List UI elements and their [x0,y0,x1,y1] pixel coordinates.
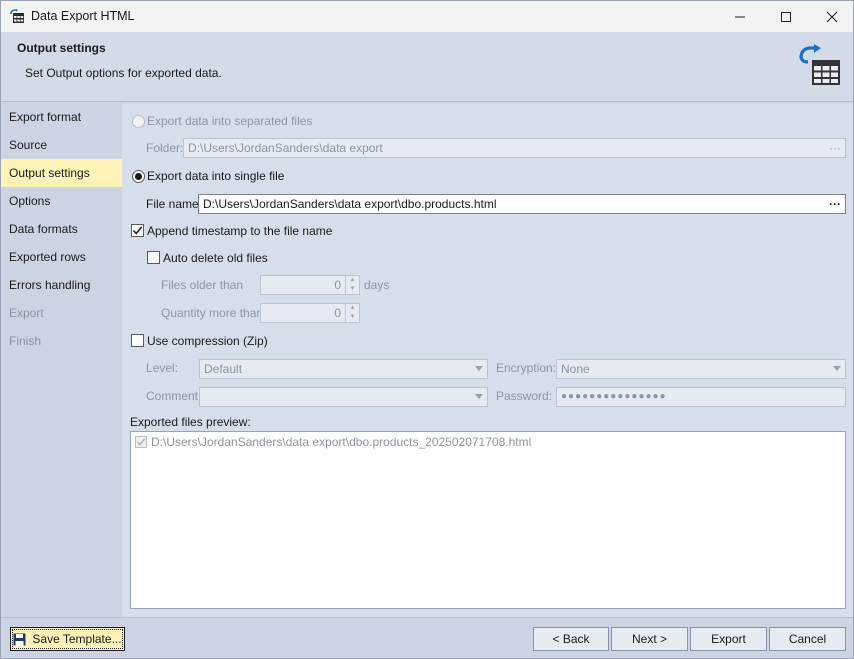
encryption-chevron-down-icon [833,366,841,371]
sidebar-item-export: Export [9,306,44,320]
folder-browse-button[interactable]: ··· [829,139,841,157]
password-value: ●●●●●●●●●●●●●●● [561,391,667,402]
files-older-label: Files older than [161,278,244,292]
file-name-label: File name: [146,197,203,211]
next-button[interactable]: Next > [611,627,688,651]
quantity-spinner[interactable]: 0 ▲ ▼ [260,303,360,323]
page-title: Output settings [17,41,106,55]
maximize-button[interactable] [763,1,809,32]
footer-bar: Save Template... < Back Next > Export Ca… [1,617,853,658]
sidebar-item-finish: Finish [9,334,42,348]
password-label: Password: [496,389,553,403]
encryption-value: None [561,362,590,376]
exported-files-preview[interactable]: D:\Users\JordanSanders\data export\dbo.p… [130,431,846,609]
auto-delete-label: Auto delete old files [163,251,268,265]
checkmark-icon [132,226,143,235]
quantity-spin-arrows[interactable]: ▲ ▼ [345,304,359,322]
quantity-value: 0 [334,306,341,320]
compression-label: Use compression (Zip) [147,334,268,348]
file-name-browse-button[interactable]: ··· [829,195,841,213]
comment-label: Comment: [146,389,202,403]
sidebar-item-output-settings[interactable]: Output settings [1,159,122,187]
preview-label: Exported files preview: [130,415,251,429]
separated-files-radio[interactable] [132,115,145,128]
folder-input[interactable]: D:\Users\JordanSanders\data export ··· [183,138,846,158]
sidebar-item-source[interactable]: Source [1,131,122,159]
output-settings-panel: Export data into separated files Folder:… [122,103,853,617]
save-icon [13,633,26,645]
single-file-label: Export data into single file [147,169,285,183]
folder-input-value: D:\Users\JordanSanders\data export [188,141,383,155]
minimize-button[interactable] [717,1,763,32]
folder-label: Folder: [146,141,184,155]
minimize-icon [735,16,745,17]
level-label: Level: [146,361,179,375]
append-timestamp-label: Append timestamp to the file name [147,224,333,238]
comment-select[interactable] [199,387,488,407]
compression-checkbox[interactable] [131,334,144,347]
level-value: Default [204,362,243,376]
sidebar-item-options[interactable]: Options [1,187,122,215]
page-subtitle: Set Output options for exported data. [25,66,222,80]
dialog-window: Data Export HTML Output settings Set Out… [0,0,854,659]
maximize-icon [781,11,791,22]
sidebar-item-errors-handling[interactable]: Errors handling [1,271,122,299]
files-older-spinner[interactable]: 0 ▲ ▼ [260,275,360,295]
separated-files-label: Export data into separated files [147,114,313,128]
files-older-spin-arrows[interactable]: ▲ ▼ [345,276,359,294]
sidebar-item-export-format[interactable]: Export format [1,103,122,131]
sidebar-item-data-formats[interactable]: Data formats [1,215,122,243]
password-input[interactable]: ●●●●●●●●●●●●●●● [556,387,846,407]
page-header: Output settings Set Output options for e… [1,32,853,102]
files-older-value: 0 [334,278,341,292]
file-name-input-value: D:\Users\JordanSanders\data export\dbo.p… [203,197,497,211]
checkmark-icon [136,438,146,446]
title-bar: Data Export HTML [1,1,853,32]
sidebar-item-exported-rows[interactable]: Exported rows [1,243,122,271]
save-template-button[interactable]: Save Template... [10,627,125,651]
preview-item-checkbox [135,436,147,448]
encryption-select[interactable]: None [556,359,846,379]
export-button[interactable]: Export [690,627,767,651]
encryption-label: Encryption: [496,361,557,375]
append-timestamp-checkbox[interactable] [131,224,144,237]
days-label: days [364,278,390,292]
auto-delete-checkbox[interactable] [147,251,160,264]
quantity-label: Quantity more than [161,306,264,320]
preview-item: D:\Users\JordanSanders\data export\dbo.p… [151,435,532,449]
level-select[interactable]: Default [199,359,488,379]
save-template-label: Save Template... [32,632,122,646]
export-table-icon [799,44,840,85]
cancel-button[interactable]: Cancel [769,627,846,651]
window-title: Data Export HTML [31,9,135,23]
table-export-icon [10,9,24,23]
close-icon [826,11,838,22]
comment-chevron-down-icon [475,394,483,399]
back-button[interactable]: < Back [533,627,609,651]
single-file-radio[interactable] [132,170,145,183]
wizard-steps-sidebar: Export format Source Output settings Opt… [1,103,122,617]
file-name-input[interactable]: D:\Users\JordanSanders\data export\dbo.p… [198,194,846,214]
close-button[interactable] [809,1,854,32]
level-chevron-down-icon [475,366,483,371]
